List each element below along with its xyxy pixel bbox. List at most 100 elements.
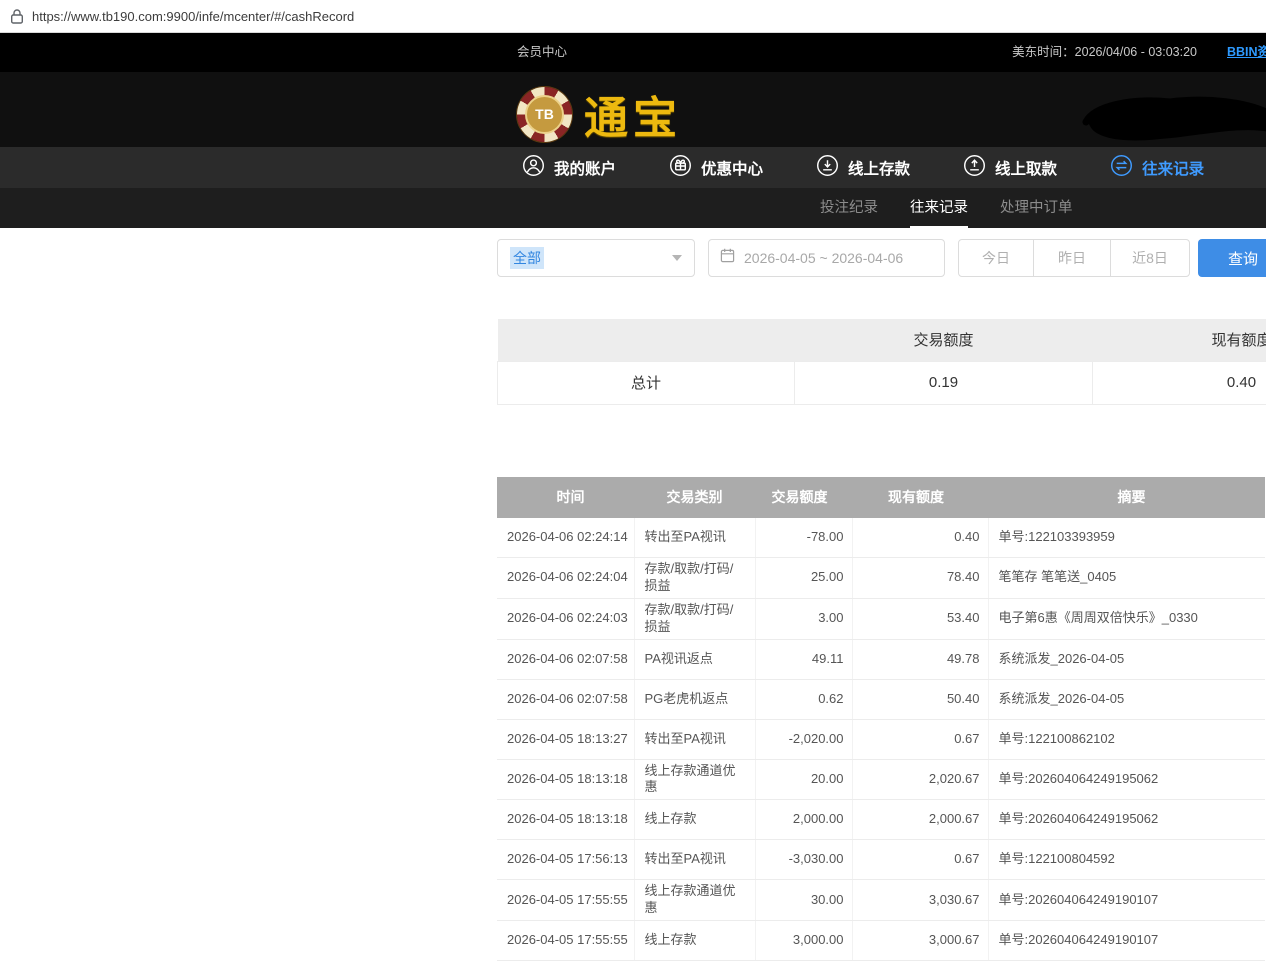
top-utility-bar: 会员中心 美东时间：2026/04/06 - 03:03:20 BBIN资 [0,33,1266,72]
tab-betting-records[interactable]: 投注纪录 [820,188,878,228]
tb-chip-label: TB [525,95,564,134]
table-row: 2026-04-06 02:24:04存款/取款/打码/损益25.0078.40… [497,558,1265,599]
redaction-scribble [1080,94,1266,151]
summary-header-empty [498,319,795,361]
bbin-link[interactable]: BBIN资 [1227,33,1266,72]
cell-time: 2026-04-05 17:56:13 [497,840,634,880]
cell-amount: -2,020.00 [755,719,852,759]
nav-item-label: 线上存款 [848,157,910,179]
date-range-input[interactable]: 2026-04-05 ~ 2026-04-06 [708,239,945,277]
cell-time: 2026-04-06 02:24:14 [497,518,634,558]
cell-type: PG老虎机返点 [634,679,755,719]
cell-amount: 25.00 [755,558,852,599]
cell-time: 2026-04-05 17:55:55 [497,880,634,921]
cell-time: 2026-04-05 17:55:55 [497,921,634,961]
table-row: 2026-04-06 02:24:14转出至PA视讯-78.000.40单号:1… [497,518,1265,558]
cell-balance: 0.67 [852,719,988,759]
cell-time: 2026-04-06 02:07:58 [497,679,634,719]
cash-record-content: 全部 2026-04-05 ~ 2026-04-06 今日 昨日 近8日 查询 … [497,228,1266,961]
cell-type: 转出至PA视讯 [634,719,755,759]
cell-type: 存款/取款/打码/损益 [634,598,755,639]
cell-amount: -78.00 [755,518,852,558]
cell-type: 线上存款 [634,921,755,961]
cell-amount: 0.62 [755,679,852,719]
summary-total-label: 总计 [498,361,795,404]
table-row: 2026-04-05 18:13:27转出至PA视讯-2,020.000.67单… [497,719,1265,759]
tab-processing-orders[interactable]: 处理中订单 [1000,188,1073,228]
cell-type: 线上存款通道优惠 [634,759,755,800]
nav-item-label: 往来记录 [1142,157,1204,179]
calendar-icon [720,248,735,268]
cell-balance: 3,030.67 [852,880,988,921]
main-nav-items: 我的账户 优惠中心 线上存款 线上取款 往来记录 [522,147,1204,188]
search-button[interactable]: 查询 [1198,239,1266,277]
table-row: 2026-04-05 17:55:55线上存款通道优惠30.003,030.67… [497,880,1265,921]
nav-item-deposit[interactable]: 线上存款 [816,154,910,182]
table-row: 2026-04-05 18:13:18线上存款通道优惠20.002,020.67… [497,759,1265,800]
cell-balance: 0.67 [852,840,988,880]
lock-icon [11,9,23,24]
table-row: 2026-04-05 17:55:55线上存款3,000.003,000.67单… [497,921,1265,961]
records-subnav: 投注纪录 往来记录 处理中订单 [0,188,1266,228]
tb-chip-icon: TB [517,87,572,142]
cell-time: 2026-04-05 18:13:18 [497,759,634,800]
summary-total-row: 总计 0.19 0.40 [498,361,1266,404]
header-amount: 交易额度 [755,477,852,518]
type-select-value: 全部 [510,247,544,269]
nav-item-label: 我的账户 [554,157,616,179]
promo-icon [669,154,692,182]
cell-time: 2026-04-05 18:13:18 [497,800,634,840]
tab-transaction-records[interactable]: 往来记录 [910,188,968,228]
table-row: 2026-04-05 17:56:13转出至PA视讯-3,030.000.67单… [497,840,1265,880]
cell-time: 2026-04-06 02:24:04 [497,558,634,599]
site-logo[interactable]: TB 通宝 [517,82,682,146]
table-row: 2026-04-06 02:07:58PA视讯返点49.1149.78系统派发_… [497,639,1265,679]
cell-balance: 2,020.67 [852,759,988,800]
records-table: 时间 交易类别 交易额度 现有额度 摘要 2026-04-06 02:24:14… [497,477,1265,961]
nav-item-my-account[interactable]: 我的账户 [522,154,616,182]
user-icon [522,154,545,182]
cell-amount: 3.00 [755,598,852,639]
deposit-icon [816,154,839,182]
filter-row: 全部 2026-04-05 ~ 2026-04-06 今日 昨日 近8日 查询 [497,239,1266,277]
today-button[interactable]: 今日 [958,239,1034,277]
cell-summary: 单号:122103393959 [988,518,1265,558]
type-select[interactable]: 全部 [497,239,695,277]
cell-balance: 50.40 [852,679,988,719]
withdraw-icon [963,154,986,182]
nav-item-promotions[interactable]: 优惠中心 [669,154,763,182]
cell-type: 线上存款 [634,800,755,840]
last8days-button[interactable]: 近8日 [1110,239,1190,277]
cell-summary: 单号:202604064249195062 [988,759,1265,800]
cell-amount: -3,030.00 [755,840,852,880]
cell-summary: 单号:202604064249195062 [988,800,1265,840]
summary-total-amount: 0.19 [795,361,1093,404]
summary-header-amount: 交易额度 [795,319,1093,361]
records-icon [1110,154,1133,182]
subnav-items: 投注纪录 往来记录 处理中订单 [820,188,1073,228]
cell-time: 2026-04-06 02:24:03 [497,598,634,639]
site-logo-text: 通宝 [584,82,682,146]
yesterday-button[interactable]: 昨日 [1033,239,1111,277]
chevron-down-icon [672,255,682,261]
header-type: 交易类别 [634,477,755,518]
cell-time: 2026-04-05 18:13:27 [497,719,634,759]
cell-balance: 0.40 [852,518,988,558]
summary-total-balance: 0.40 [1093,361,1266,404]
cell-type: 存款/取款/打码/损益 [634,558,755,599]
cell-balance: 3,000.67 [852,921,988,961]
cell-type: 转出至PA视讯 [634,518,755,558]
cell-summary: 单号:122100804592 [988,840,1265,880]
nav-item-withdraw[interactable]: 线上取款 [963,154,1057,182]
cell-type: 转出至PA视讯 [634,840,755,880]
summary-table: 交易额度 现有额度 总计 0.19 0.40 [497,319,1266,405]
site-header: TB 通宝 [0,72,1266,147]
cell-summary: 笔笔存 笔笔送_0405 [988,558,1265,599]
records-table-body: 2026-04-06 02:24:14转出至PA视讯-78.000.40单号:1… [497,518,1265,961]
cell-summary: 系统派发_2026-04-05 [988,639,1265,679]
nav-item-records[interactable]: 往来记录 [1110,154,1204,182]
browser-url[interactable]: https://www.tb190.com:9900/infe/mcenter/… [32,9,354,24]
browser-address-bar[interactable]: https://www.tb190.com:9900/infe/mcenter/… [0,0,1266,33]
member-center-link[interactable]: 会员中心 [517,33,567,72]
nav-item-label: 优惠中心 [701,157,763,179]
